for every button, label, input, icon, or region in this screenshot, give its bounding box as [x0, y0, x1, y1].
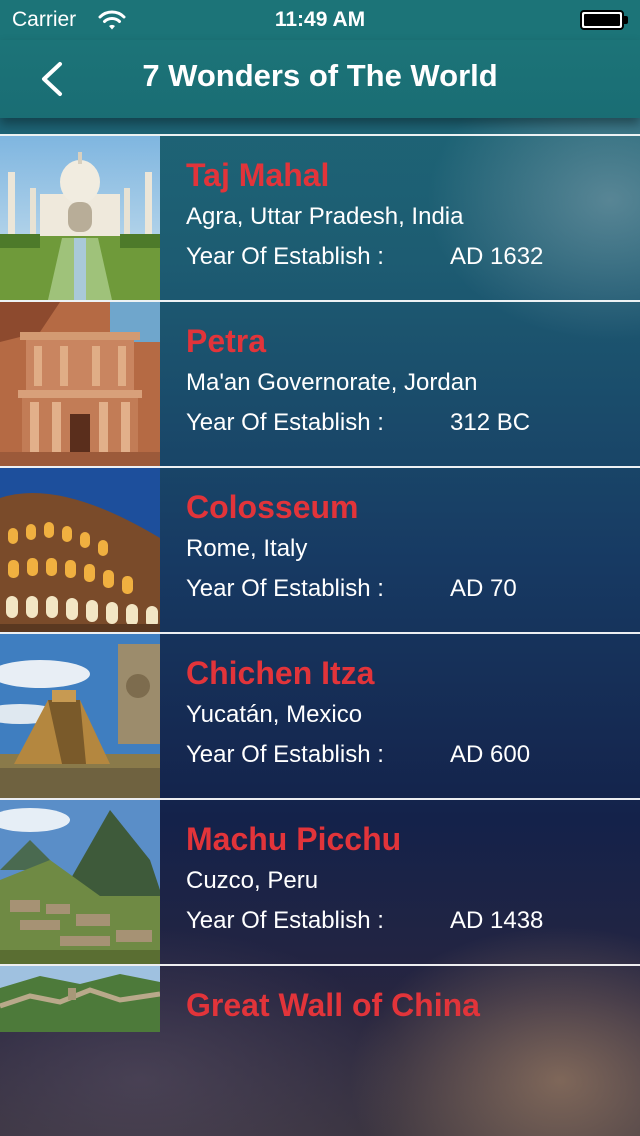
year-label: Year Of Establish : [186, 575, 384, 602]
petra-photo [0, 302, 160, 466]
machu-picchu-photo [0, 800, 160, 964]
year-value: AD 1438 [450, 907, 544, 934]
chichen-itza-photo [0, 634, 160, 798]
wonder-name: Colosseum [186, 489, 359, 525]
list-item-petra[interactable]: Petra Ma'an Governorate, Jordan Year Of … [0, 300, 640, 466]
wonder-year-line: Year Of Establish : AD 600 [186, 740, 630, 770]
wonder-name: Taj Mahal [186, 157, 330, 193]
list-item-machu-picchu[interactable]: Machu Picchu Cuzco, Peru Year Of Establi… [0, 798, 640, 964]
wonder-name: Machu Picchu [186, 821, 402, 857]
battery-icon [580, 10, 628, 30]
wonder-name: Petra [186, 323, 267, 359]
year-label: Year Of Establish : [186, 907, 384, 934]
great-wall-photo [0, 966, 160, 1032]
wonder-name: Chichen Itza [186, 655, 375, 691]
year-value: 312 BC [450, 409, 531, 436]
status-bar: Carrier 11:49 AM [0, 0, 640, 40]
year-value: AD 600 [450, 741, 531, 768]
wonder-year-line: Year Of Establish : 312 BC [186, 408, 630, 438]
wonder-year-line: Year Of Establish : AD 1438 [186, 906, 630, 936]
year-label: Year Of Establish : [186, 741, 384, 768]
wonder-location: Cuzco, Peru [186, 867, 319, 894]
wonders-list: Taj Mahal Agra, Uttar Pradesh, India Yea… [0, 134, 640, 1032]
list-item-colosseum[interactable]: Colosseum Rome, Italy Year Of Establish … [0, 466, 640, 632]
wonder-location: Agra, Uttar Pradesh, India [186, 203, 464, 230]
list-item-taj-mahal[interactable]: Taj Mahal Agra, Uttar Pradesh, India Yea… [0, 134, 640, 300]
taj-mahal-photo [0, 136, 160, 300]
year-value: AD 1632 [450, 243, 544, 270]
wonder-location: Yucatán, Mexico [186, 701, 363, 728]
wonder-location: Ma'an Governorate, Jordan [186, 369, 478, 396]
page-title: 7 Wonders of The World [142, 58, 498, 93]
colosseum-photo [0, 468, 160, 632]
year-value: AD 70 [450, 575, 517, 602]
wonder-year-line: Year Of Establish : AD 70 [186, 574, 630, 604]
year-label: Year Of Establish : [186, 243, 384, 270]
list-item-great-wall[interactable]: Great Wall of China [0, 964, 640, 1032]
wonder-location: Rome, Italy [186, 535, 308, 562]
wonder-name: Great Wall of China [186, 987, 480, 1023]
list-item-chichen-itza[interactable]: Chichen Itza Yucatán, Mexico Year Of Est… [0, 632, 640, 798]
navigation-bar: 7 Wonders of The World [0, 40, 640, 118]
status-time: 11:49 AM [274, 8, 366, 31]
year-label: Year Of Establish : [186, 409, 384, 436]
wonder-year-line: Year Of Establish : AD 1632 [186, 242, 630, 272]
